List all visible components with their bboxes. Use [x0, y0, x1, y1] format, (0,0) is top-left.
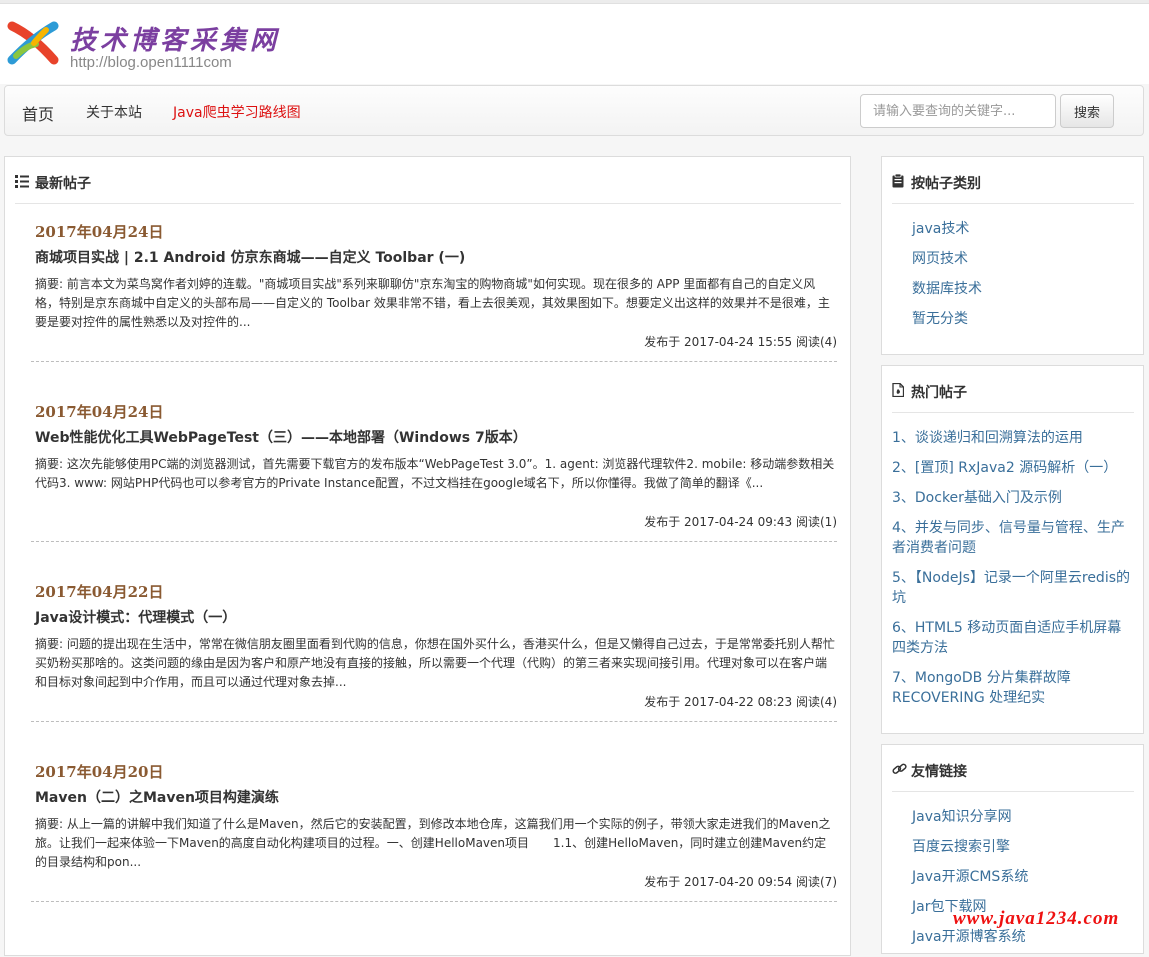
post-divider	[31, 541, 837, 542]
friend-link[interactable]: Java开源博客系统	[892, 927, 1134, 947]
post-title-link[interactable]: 商城项目实战 | 2.1 Android 仿京东商城——自定义 Toolbar …	[35, 247, 465, 267]
post-title-link[interactable]: Web性能优化工具WebPageTest（三）——本地部署（Windows 7版…	[35, 427, 527, 447]
post-divider	[31, 361, 837, 362]
post-meta: 发布于 2017-04-22 08:23 阅读(4)	[644, 695, 837, 709]
categories-heading: 按帖子类别	[892, 173, 981, 193]
latest-posts-heading: 最新帖子	[15, 173, 91, 193]
hot-posts-heading: 热门帖子	[892, 382, 967, 402]
latest-posts-panel: 最新帖子 2017年04月24日 商城项目实战 | 2.1 Android 仿京…	[4, 156, 851, 956]
post-date: 2017年04月24日	[35, 223, 164, 241]
hot-post-link[interactable]: 1、谈谈递归和回溯算法的运用	[892, 428, 1134, 448]
post-title-link[interactable]: Maven（二）之Maven项目构建演练	[35, 787, 279, 807]
post-divider	[31, 901, 837, 902]
nav-java-route[interactable]: Java爬虫学习路线图	[173, 102, 301, 122]
friend-link[interactable]: Java知识分享网	[892, 807, 1134, 827]
hot-post-link[interactable]: 2、[置顶] RxJava2 源码解析（一）	[892, 458, 1134, 478]
post-meta: 发布于 2017-04-24 09:43 阅读(1)	[644, 515, 837, 529]
divider	[15, 203, 841, 204]
post-meta: 发布于 2017-04-20 09:54 阅读(7)	[644, 875, 837, 889]
hot-post-link[interactable]: 6、HTML5 移动页面自适应手机屏幕四类方法	[892, 618, 1134, 658]
friend-link-list: Java知识分享网 百度云搜索引擎 Java开源CMS系统 Jar包下载网 Ja…	[892, 807, 1134, 957]
friend-links-title: 友情链接	[911, 764, 967, 780]
search-input[interactable]	[860, 94, 1056, 128]
post-summary: 摘要: 前言本文为菜鸟窝作者刘婷的连载。"商城项目实战"系列来聊聊仿"京东淘宝的…	[35, 277, 830, 329]
navbar: 首页 关于本站 Java爬虫学习路线图 搜索	[4, 85, 1144, 136]
post-date: 2017年04月20日	[35, 763, 164, 781]
link-icon	[892, 762, 908, 780]
site-url: http://blog.open1111com	[70, 54, 232, 71]
latest-posts-title: 最新帖子	[35, 176, 91, 192]
post-date: 2017年04月24日	[35, 403, 164, 421]
post-summary: 摘要: 问题的提出现在生活中，常常在微信朋友圈里面看到代购的信息，你想在国外买什…	[35, 637, 835, 689]
post-summary: 摘要: 从上一篇的讲解中我们知道了什么是Maven，然后它的安装配置，到修改本地…	[35, 817, 831, 869]
friend-link[interactable]: 百度云搜索引擎	[892, 837, 1134, 857]
hot-post-link[interactable]: 5、【NodeJs】记录一个阿里云redis的坑	[892, 568, 1134, 608]
hot-post-link[interactable]: 4、并发与同步、信号量与管程、生产者消费者问题	[892, 518, 1134, 558]
site-header: 技术博客采集网 http://blog.open1111com	[0, 4, 1149, 84]
nav-about[interactable]: 关于本站	[86, 102, 142, 122]
hot-posts-panel: 热门帖子 1、谈谈递归和回溯算法的运用 2、[置顶] RxJava2 源码解析（…	[881, 365, 1144, 734]
nav-home[interactable]: 首页	[22, 101, 54, 125]
file-icon	[892, 382, 908, 401]
post-title-link[interactable]: Java设计模式：代理模式（一）	[35, 607, 236, 627]
site-title[interactable]: 技术博客采集网	[70, 20, 280, 57]
clipboard-icon	[892, 173, 908, 192]
divider	[892, 203, 1134, 204]
categories-title: 按帖子类别	[911, 176, 981, 192]
category-link[interactable]: 数据库技术	[892, 279, 1134, 299]
category-link[interactable]: java技术	[892, 219, 1134, 239]
friend-link[interactable]: Java开源CMS系统	[892, 867, 1134, 887]
category-link[interactable]: 暂无分类	[892, 309, 1134, 329]
categories-panel: 按帖子类别 java技术 网页技术 数据库技术 暂无分类	[881, 156, 1144, 355]
post-summary: 摘要: 这次先能够使用PC端的浏览器测试，首先需要下载官方的发布版本“WebPa…	[35, 457, 835, 490]
hot-post-link[interactable]: 3、Docker基础入门及示例	[892, 488, 1134, 508]
friend-links-heading: 友情链接	[892, 761, 967, 781]
category-list: java技术 网页技术 数据库技术 暂无分类	[892, 219, 1134, 339]
watermark: www.java1234.com	[953, 908, 1120, 929]
hot-post-link[interactable]: 7、MongoDB 分片集群故障RECOVERING 处理纪实	[892, 668, 1134, 708]
hot-post-list: 1、谈谈递归和回溯算法的运用 2、[置顶] RxJava2 源码解析（一） 3、…	[892, 428, 1134, 718]
logo-icon[interactable]	[6, 16, 60, 70]
post-meta: 发布于 2017-04-24 15:55 阅读(4)	[644, 335, 837, 349]
search-button[interactable]: 搜索	[1060, 94, 1114, 128]
hot-posts-title: 热门帖子	[911, 385, 967, 401]
list-icon	[15, 175, 31, 192]
divider	[892, 412, 1134, 413]
post-date: 2017年04月22日	[35, 583, 164, 601]
category-link[interactable]: 网页技术	[892, 249, 1134, 269]
post-divider	[31, 721, 837, 722]
divider	[892, 791, 1134, 792]
